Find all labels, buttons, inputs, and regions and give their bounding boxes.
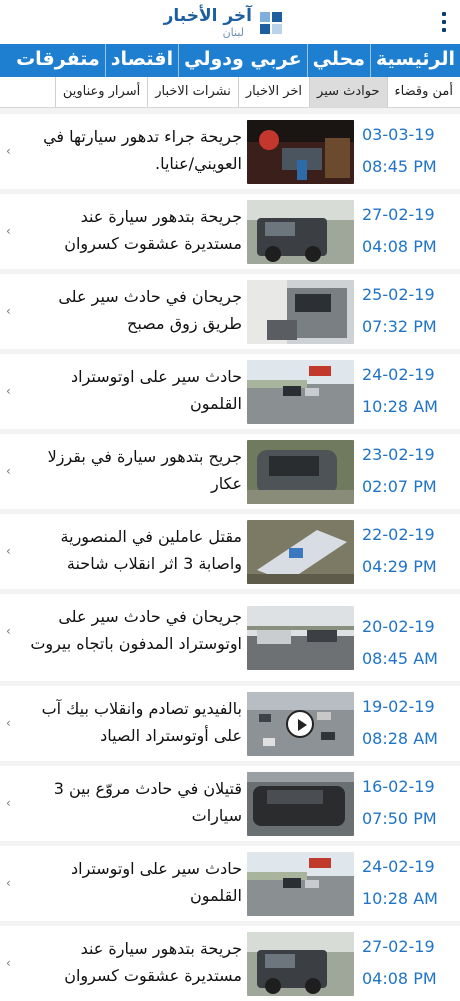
article-row[interactable]: ‹ جريحان في حادث سير على اوتوستراد المدف…	[0, 594, 460, 681]
article-title: قتيلان في حادث مروّع بين 3 سيارات	[53, 779, 242, 825]
logo-subtitle: لبنان	[222, 26, 244, 39]
tab-security-judiciary[interactable]: أمن وقضاء	[386, 77, 460, 107]
chevron-left-icon: ‹	[6, 624, 11, 638]
article-title: جريحان في حادث سير على طريق زوق مصبح	[58, 287, 242, 333]
nav-arab-international[interactable]: عربي ودولي	[178, 44, 307, 77]
article-thumbnail	[247, 772, 354, 836]
article-date: 24-02-19	[362, 857, 435, 876]
article-row[interactable]: ‹ جريحة بتدهور سيارة عند مستديرة عشقوت ك…	[0, 194, 460, 269]
article-time: 04:08 PM	[362, 969, 437, 988]
article-time: 02:07 PM	[362, 477, 437, 496]
article-title: بالفيديو تصادم وانقلاب بيك آب على أوتوست…	[41, 699, 242, 745]
chevron-left-icon: ‹	[6, 464, 11, 478]
article-date: 23-02-19	[362, 445, 435, 464]
article-thumbnail	[247, 606, 354, 670]
article-date: 16-02-19	[362, 777, 435, 796]
article-thumbnail	[247, 852, 354, 916]
article-title: جريح بتدهور سيارة في بقرزلا عكار	[47, 447, 242, 493]
site-logo[interactable]: آخر الأخبار لبنان	[164, 4, 290, 42]
article-date: 24-02-19	[362, 365, 435, 384]
article-time: 08:45 PM	[362, 157, 437, 176]
article-date: 20-02-19	[362, 617, 435, 636]
article-row[interactable]: ‹ جريحة بتدهور سيارة عند مستديرة عشقوت ك…	[0, 926, 460, 1001]
nav-economy[interactable]: اقتصاد	[104, 44, 178, 77]
chevron-left-icon: ‹	[6, 876, 11, 890]
article-thumbnail	[247, 360, 354, 424]
article-title: حادث سير على اوتوستراد القلمون	[71, 859, 242, 905]
chevron-left-icon: ‹	[6, 224, 11, 238]
article-time: 07:32 PM	[362, 317, 437, 336]
article-date: 27-02-19	[362, 937, 435, 956]
article-time: 10:28 AM	[362, 889, 438, 908]
article-date: 27-02-19	[362, 205, 435, 224]
article-thumbnail	[247, 520, 354, 584]
app-header: آخر الأخبار لبنان	[0, 0, 460, 44]
article-title: حادث سير على اوتوستراد القلمون	[71, 367, 242, 413]
article-title: جريحة بتدهور سيارة عند مستديرة عشقوت كسر…	[64, 207, 242, 253]
nav-misc[interactable]: متفرقات	[11, 44, 105, 77]
tab-secrets-headlines[interactable]: أسرار وعناوين	[54, 77, 147, 107]
chevron-left-icon: ‹	[6, 796, 11, 810]
chevron-left-icon: ‹	[6, 304, 11, 318]
article-row[interactable]: ‹ جريحة جراء تدهور سيارتها في العويني/عن…	[0, 114, 460, 189]
article-title: جريحة بتدهور سيارة عند مستديرة عشقوت كسر…	[64, 939, 242, 985]
tab-news-bulletins[interactable]: نشرات الاخبار	[147, 77, 238, 107]
article-thumbnail	[247, 280, 354, 344]
article-row[interactable]: ‹ جريحان في حادث سير على طريق زوق مصبح 2…	[0, 274, 460, 349]
chevron-left-icon: ‹	[6, 544, 11, 558]
logo-title: آخر الأخبار	[163, 6, 252, 26]
tab-traffic-accidents[interactable]: حوادث سير	[309, 77, 387, 107]
article-title: مقتل عاملين في المنصورية واصابة 3 اثر ان…	[60, 527, 242, 573]
article-thumbnail	[247, 440, 354, 504]
article-row[interactable]: ‹ بالفيديو تصادم وانقلاب بيك آب على أوتو…	[0, 686, 460, 761]
article-date: 19-02-19	[362, 697, 435, 716]
article-row[interactable]: ‹ مقتل عاملين في المنصورية واصابة 3 اثر …	[0, 514, 460, 589]
article-row[interactable]: ‹ حادث سير على اوتوستراد القلمون 24-02-1…	[0, 354, 460, 429]
article-thumbnail	[247, 200, 354, 264]
article-time: 08:45 AM	[362, 649, 438, 668]
article-thumbnail	[247, 932, 354, 996]
article-time: 07:50 PM	[362, 809, 437, 828]
article-time: 04:29 PM	[362, 557, 437, 576]
tab-latest-news[interactable]: اخر الاخبار	[237, 77, 309, 107]
article-time: 10:28 AM	[362, 397, 438, 416]
article-row[interactable]: ‹ حادث سير على اوتوستراد القلمون 24-02-1…	[0, 846, 460, 921]
article-thumbnail	[247, 692, 354, 756]
chevron-left-icon: ‹	[6, 716, 11, 730]
article-row[interactable]: ‹ جريح بتدهور سيارة في بقرزلا عكار 23-02…	[0, 434, 460, 509]
article-date: 22-02-19	[362, 525, 435, 544]
article-time: 08:28 AM	[362, 729, 438, 748]
article-title: جريحة جراء تدهور سيارتها في العويني/عناي…	[43, 127, 242, 173]
nav-local[interactable]: محلي	[306, 44, 370, 77]
article-date: 03-03-19	[362, 125, 435, 144]
video-play-icon[interactable]	[286, 710, 314, 738]
logo-mark-icon	[260, 12, 282, 34]
main-nav: الرئيسية محلي عربي ودولي اقتصاد متفرقات	[0, 44, 460, 77]
overflow-menu-icon[interactable]	[436, 10, 452, 34]
chevron-left-icon: ‹	[6, 144, 11, 158]
chevron-left-icon: ‹	[6, 956, 11, 970]
chevron-left-icon: ‹	[6, 384, 11, 398]
nav-home[interactable]: الرئيسية	[370, 44, 460, 77]
article-time: 04:08 PM	[362, 237, 437, 256]
article-row[interactable]: ‹ قتيلان في حادث مروّع بين 3 سيارات 16-0…	[0, 766, 460, 841]
sub-nav: أمن وقضاء حوادث سير اخر الاخبار نشرات ال…	[0, 77, 460, 108]
article-date: 25-02-19	[362, 285, 435, 304]
article-thumbnail	[247, 120, 354, 184]
article-title: جريحان في حادث سير على اوتوستراد المدفون…	[30, 607, 242, 653]
